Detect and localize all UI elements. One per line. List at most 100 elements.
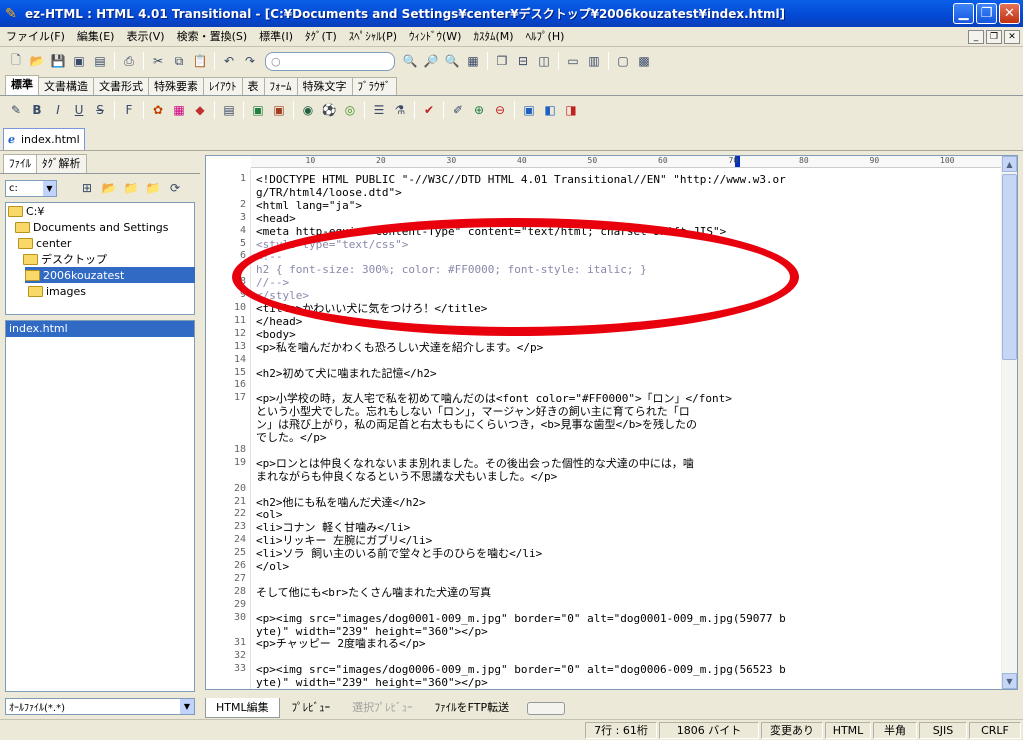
- save-icon[interactable]: 💾: [48, 51, 68, 71]
- menu-tag[interactable]: ﾀｸﾞ(T): [299, 28, 343, 46]
- folder-tree[interactable]: C:¥ Documents and Settings center デスクトップ…: [5, 202, 195, 315]
- cut-icon[interactable]: ✂: [148, 51, 168, 71]
- new-file-icon[interactable]: 🗋: [6, 51, 26, 71]
- color-icon[interactable]: ▦: [169, 100, 189, 120]
- font-icon[interactable]: F: [119, 100, 139, 120]
- vertical-scrollbar[interactable]: ▲ ▼: [1001, 156, 1017, 689]
- code-line[interactable]: でした。</p>: [256, 431, 327, 444]
- code-line[interactable]: <h2>他にも私を噛んだ犬達</h2>: [256, 496, 426, 509]
- search-input[interactable]: ○: [265, 51, 395, 71]
- eraser-icon[interactable]: ◆: [190, 100, 210, 120]
- tab-special-elements[interactable]: 特殊要素: [148, 77, 204, 95]
- tree-node[interactable]: C:¥: [8, 203, 47, 219]
- tag-remove-icon[interactable]: ⊖: [490, 100, 510, 120]
- tab-document-format[interactable]: 文書形式: [93, 77, 149, 95]
- copy-icon[interactable]: ⧉: [169, 51, 189, 71]
- scrollbar-thumb[interactable]: [1002, 174, 1017, 360]
- menu-help[interactable]: ﾍﾙﾌﾟ(H): [520, 28, 571, 46]
- strikethrough-icon[interactable]: S: [90, 100, 110, 120]
- tab-file[interactable]: ﾌｧｲﾙ: [3, 154, 37, 173]
- close-button[interactable]: ✕: [999, 3, 1020, 24]
- window-list-icon[interactable]: ▥: [584, 51, 604, 71]
- tree-node-selected[interactable]: 2006kouzatest: [25, 267, 195, 283]
- tab-selection-preview[interactable]: 選択ﾌﾟﾚﾋﾞｭｰ: [342, 698, 423, 718]
- menu-standard[interactable]: 標準(I): [253, 28, 299, 46]
- layout-icon[interactable]: ▩: [634, 51, 654, 71]
- code-line[interactable]: <p>私を噛んだかわくも恐ろしい犬達を紹介します。</p>: [256, 341, 543, 354]
- menu-custom[interactable]: ｶｽﾀﾑ(M): [467, 28, 519, 46]
- ball-icon[interactable]: ⚽: [319, 100, 339, 120]
- list-icon[interactable]: ☰: [369, 100, 389, 120]
- code-line[interactable]: <!DOCTYPE HTML PUBLIC "-//W3C//DTD HTML …: [256, 173, 786, 186]
- code-line[interactable]: <head>: [256, 212, 296, 225]
- file-list[interactable]: index.html: [5, 320, 195, 692]
- tag-insert-icon[interactable]: ⊕: [469, 100, 489, 120]
- code-line[interactable]: ン」は飛び上がり，私の両足首と右太ももにくらいつき，<b>見事な歯型</b>を残…: [256, 418, 697, 431]
- code-line[interactable]: まれながらも仲良くなるという不思議な犬もいました。</p>: [256, 470, 557, 483]
- file-list-item[interactable]: index.html: [6, 321, 194, 337]
- tab-layout[interactable]: ﾚｲｱｳﾄ: [203, 77, 243, 95]
- code-line[interactable]: <p>小学校の時，友人宅で私を初めて噛んだのは<font color="#FF0…: [256, 392, 732, 405]
- code-line[interactable]: という小型犬でした。忘れもしない「ロン」，マージャン好きの飼い主に育てられた「ロ: [256, 405, 690, 418]
- code-line[interactable]: <li>ソラ 飼い主のいる前で堂々と手のひらを噛む</li>: [256, 547, 542, 560]
- anchor-icon[interactable]: ◉: [298, 100, 318, 120]
- code-line[interactable]: yte)" width="239" height="360"></p>: [256, 625, 488, 638]
- menu-edit[interactable]: 編集(E): [71, 28, 121, 46]
- validate-icon[interactable]: ◨: [561, 100, 581, 120]
- tree-node[interactable]: center: [18, 235, 74, 251]
- find-next-icon[interactable]: 🔎: [421, 51, 441, 71]
- code-line[interactable]: <li>コナン 軽く甘噛み</li>: [256, 521, 410, 534]
- maximize-button[interactable]: ❐: [976, 3, 997, 24]
- tree-node[interactable]: images: [28, 283, 89, 299]
- paste-icon[interactable]: 📋: [190, 51, 210, 71]
- code-line[interactable]: yte)" width="239" height="360"></p>: [256, 676, 488, 689]
- scroll-down-icon[interactable]: ▼: [1002, 673, 1017, 689]
- find-icon[interactable]: 🔍: [400, 51, 420, 71]
- tab-document-structure[interactable]: 文書構造: [38, 77, 94, 95]
- folder-new-icon[interactable]: 📁: [121, 178, 141, 198]
- code-line[interactable]: <p><img src="images/dog0006-009_m.jpg" b…: [256, 663, 786, 676]
- drive-select[interactable]: c: ▼: [5, 179, 57, 197]
- tab-browser[interactable]: ﾌﾞﾗｳｻﾞ: [351, 77, 397, 95]
- image-icon[interactable]: ▣: [248, 100, 268, 120]
- replace-icon[interactable]: ▦: [463, 51, 483, 71]
- picture-icon[interactable]: ▣: [269, 100, 289, 120]
- underline-icon[interactable]: U: [69, 100, 89, 120]
- code-line[interactable]: <p>ロンとは仲良くなれないまま別れました。その後出会った個性的な犬達の中には，…: [256, 457, 694, 470]
- app-icon[interactable]: ✎: [5, 6, 21, 22]
- menu-view[interactable]: 表示(V): [120, 28, 170, 46]
- save-all-icon[interactable]: ▣: [69, 51, 89, 71]
- tile-horizontal-icon[interactable]: ⊟: [513, 51, 533, 71]
- minimize-button[interactable]: ▁: [953, 3, 974, 24]
- code-line[interactable]: <ol>: [256, 508, 283, 521]
- undo-icon[interactable]: ↶: [219, 51, 239, 71]
- brush-icon[interactable]: ✐: [448, 100, 468, 120]
- scroll-up-icon[interactable]: ▲: [1002, 156, 1017, 172]
- tree-node[interactable]: デスクトップ: [23, 251, 110, 267]
- tile-vertical-icon[interactable]: ◫: [534, 51, 554, 71]
- bold-icon[interactable]: B: [27, 100, 47, 120]
- preview-icon[interactable]: ▣: [519, 100, 539, 120]
- folder-up-icon[interactable]: ⊞: [77, 178, 97, 198]
- link-icon[interactable]: ◎: [340, 100, 360, 120]
- folder-icon[interactable]: 📁: [143, 178, 163, 198]
- folder-refresh-icon[interactable]: ⟳: [165, 178, 185, 198]
- document-tab[interactable]: ℯ index.html: [3, 128, 85, 150]
- find-prev-icon[interactable]: 🔍: [442, 51, 462, 71]
- mdi-restore-button[interactable]: ❐: [986, 29, 1002, 44]
- edit-icon[interactable]: ✎: [6, 100, 26, 120]
- code-line[interactable]: そして他にも<br>たくさん噛まれた犬達の写真: [256, 586, 491, 599]
- window-new-icon[interactable]: ▭: [563, 51, 583, 71]
- code-line[interactable]: <li>リッキー 左腕にガブリ</li>: [256, 534, 432, 547]
- code-line[interactable]: <h2>初めて犬に噛まれた記憶</h2>: [256, 367, 437, 380]
- tab-standard[interactable]: 標準: [5, 75, 39, 95]
- save-as-icon[interactable]: ▤: [90, 51, 110, 71]
- form-icon[interactable]: ⚗: [390, 100, 410, 120]
- title-bar[interactable]: ✎ ez-HTML : HTML 4.01 Transitional - [C:…: [0, 0, 1023, 27]
- menu-special[interactable]: ｽﾍﾟｼｬﾙ(P): [343, 28, 403, 46]
- page-icon[interactable]: ▤: [219, 100, 239, 120]
- check-icon[interactable]: ✔: [419, 100, 439, 120]
- tab-preview[interactable]: ﾌﾟﾚﾋﾞｭｰ: [282, 698, 341, 718]
- tree-node[interactable]: Documents and Settings: [15, 219, 172, 235]
- print-icon[interactable]: ⎙: [119, 51, 139, 71]
